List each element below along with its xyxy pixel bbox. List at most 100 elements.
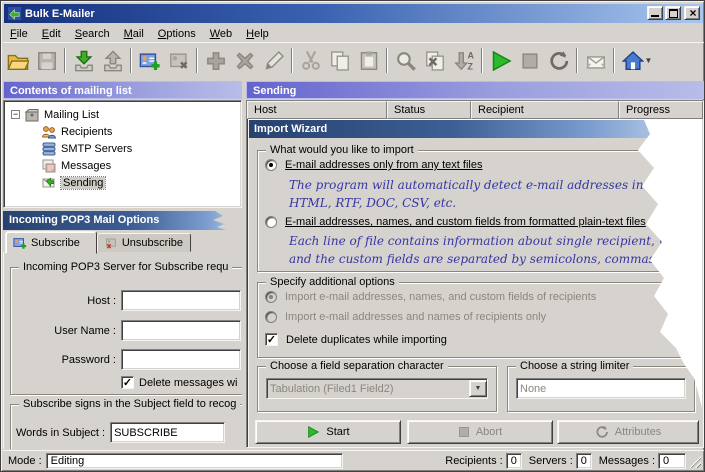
start-play-icon (306, 425, 320, 439)
sending-panel-header[interactable]: Sending (246, 81, 704, 99)
import-names-only-label: Import e-mail addresses and names of rec… (285, 311, 546, 323)
menu-file[interactable]: File (3, 27, 35, 41)
tree-node-sending[interactable]: Sending (4, 174, 241, 191)
tree-label[interactable]: Mailing List (44, 109, 99, 121)
wizard-attributes-label: Attributes (615, 426, 661, 438)
servers-count: 0 (581, 455, 587, 467)
user-name-input[interactable] (121, 320, 241, 341)
app-icon (7, 6, 22, 21)
tree-node-mailing-list[interactable]: − Mailing List (4, 106, 241, 123)
refresh-button[interactable] (544, 46, 573, 75)
pop3-panel-header[interactable]: Incoming POP3 Mail Options (3, 211, 242, 230)
mailing-list-panel-header[interactable]: Contents of mailing list (3, 81, 242, 99)
recipients-count-box: 0 (506, 453, 522, 469)
host-input[interactable] (121, 290, 241, 311)
import-button[interactable] (69, 46, 98, 75)
tab-label: Unsubscribe (122, 237, 183, 249)
tree-label-selected[interactable]: Sending (61, 177, 105, 189)
add-icon (205, 50, 227, 72)
mode-value-box: Editing (46, 453, 343, 469)
maximize-button[interactable] (665, 6, 681, 20)
host-label: Host : (14, 295, 116, 307)
edit-button[interactable] (259, 46, 288, 75)
separator-group: Choose a field separation character Tabu… (257, 366, 497, 412)
menu-search[interactable]: Search (68, 27, 117, 41)
password-input[interactable] (121, 349, 241, 370)
option-radio1-row: Import e-mail addresses, names, and cust… (265, 291, 596, 303)
import-formatted-label[interactable]: E-mail addresses, names, and custom fiel… (285, 216, 646, 228)
sending-icon (41, 175, 57, 191)
minimize-icon (651, 15, 659, 17)
menu-help[interactable]: Help (239, 27, 276, 41)
menu-options[interactable]: Options (151, 27, 203, 41)
tree-label[interactable]: Recipients (61, 126, 112, 138)
delete-recipient-icon (168, 50, 190, 72)
search-button[interactable] (391, 46, 420, 75)
tree-node-messages[interactable]: Messages (4, 157, 241, 174)
add-recipient-button[interactable] (135, 46, 164, 75)
limiter-group: Choose a string limiter None (507, 366, 695, 412)
tree-label[interactable]: SMTP Servers (61, 143, 132, 155)
import-addresses-only-radio[interactable] (265, 159, 277, 171)
cut-scissors-icon (300, 50, 322, 72)
menu-mail[interactable]: Mail (117, 27, 151, 41)
start-button[interactable] (486, 46, 515, 75)
home-dropdown-arrow-icon[interactable]: ▼ (645, 56, 653, 65)
column-label: Recipient (478, 104, 524, 116)
column-header-host[interactable]: Host (247, 101, 387, 119)
delete-duplicates-button[interactable] (420, 46, 449, 75)
menu-edit[interactable]: Edit (35, 27, 68, 41)
toolbar-separator (481, 48, 483, 73)
collapse-icon[interactable]: − (11, 110, 20, 119)
open-folder-button[interactable] (3, 46, 32, 75)
tree-node-recipients[interactable]: Recipients (4, 123, 241, 140)
send-mail-button[interactable] (581, 46, 610, 75)
words-in-subject-label: Words in Subject : (16, 427, 105, 439)
close-button[interactable]: × (684, 6, 700, 20)
minimize-button[interactable] (647, 6, 663, 20)
column-header-progress[interactable]: Progress (619, 101, 703, 119)
recipients-count: 0 (511, 455, 517, 467)
wizard-attributes-button: Attributes (557, 420, 699, 444)
tree-node-smtp-servers[interactable]: SMTP Servers (4, 140, 241, 157)
stop-button (515, 46, 544, 75)
sort-az-button[interactable]: A Z (449, 46, 478, 75)
servers-label: Servers : (529, 455, 573, 467)
words-in-subject-input[interactable] (110, 422, 225, 443)
home-icon (622, 50, 644, 72)
recipients-label: Recipients : (445, 455, 502, 467)
pop3-panel-title: Incoming POP3 Mail Options (9, 214, 159, 226)
import-formatted-radio[interactable] (265, 216, 277, 228)
import-addresses-only-label[interactable]: E-mail addresses only from any text file… (285, 159, 482, 171)
import-custom-fields-label: Import e-mail addresses, names, and cust… (285, 291, 596, 303)
toolbar-separator (386, 48, 388, 73)
tab-unsubscribe[interactable]: Unsubscribe (97, 233, 191, 252)
import-wizard-title-bar[interactable]: Import Wizard (249, 120, 703, 138)
mode-label: Mode : (8, 455, 42, 467)
messages-icon (41, 158, 57, 174)
menu-web[interactable]: Web (203, 27, 239, 41)
user-name-row: User Name : (14, 320, 241, 341)
column-label: Host (254, 104, 277, 116)
import-names-only-radio (265, 311, 277, 323)
search-icon (395, 50, 417, 72)
export-icon (102, 50, 124, 72)
messages-count-box: 0 (658, 453, 686, 469)
wizard-start-button[interactable]: Start (255, 420, 401, 444)
pop3-server-group-label: Incoming POP3 Server for Subscribe requ (19, 261, 232, 273)
column-header-status[interactable]: Status (387, 101, 471, 119)
column-header-recipient[interactable]: Recipient (471, 101, 619, 119)
export-button (98, 46, 127, 75)
delete-messages-checkbox[interactable]: ✓ (121, 376, 134, 389)
delete-duplicates-checkbox[interactable]: ✓ (265, 333, 278, 346)
title-bar[interactable]: Bulk E-Mailer × (4, 4, 703, 23)
home-button[interactable]: ▼ (618, 46, 656, 75)
toolbar-separator (613, 48, 615, 73)
tab-subscribe[interactable]: Subscribe (5, 231, 97, 254)
menu-bar: File Edit Search Mail Options Web Help (3, 25, 704, 42)
wizard-start-label: Start (326, 426, 349, 438)
toolbar-separator (576, 48, 578, 73)
svg-text:Z: Z (467, 61, 473, 71)
limiter-value: None (517, 383, 546, 395)
tree-label[interactable]: Messages (61, 160, 111, 172)
